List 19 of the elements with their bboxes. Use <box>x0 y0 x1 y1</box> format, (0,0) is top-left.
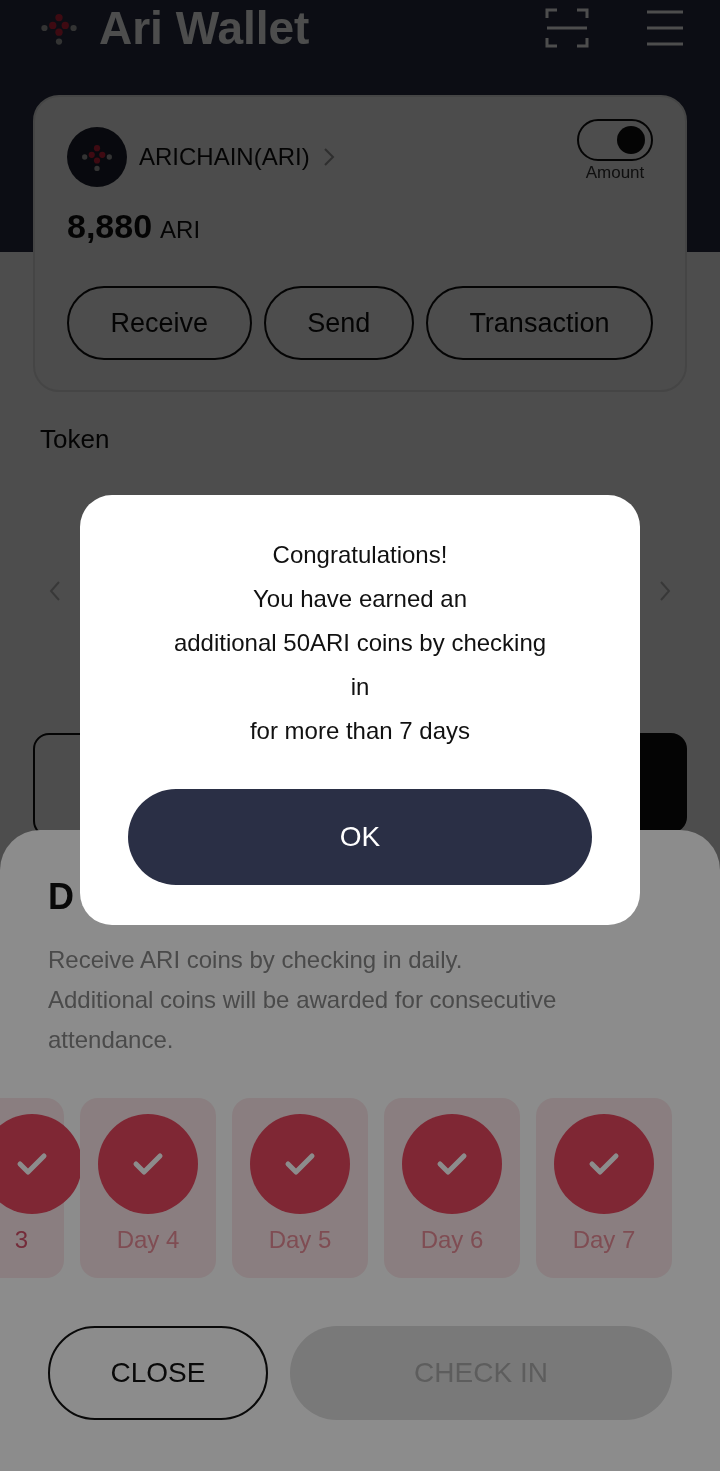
day-label: 3 <box>14 1226 28 1254</box>
section-title: Token <box>40 424 111 455</box>
action-button[interactable]: Transaction <box>425 286 653 360</box>
ok-button[interactable]: OK <box>128 789 592 885</box>
balance-unit: ARI <box>160 216 201 244</box>
sheet-description: Receive ARI coins by checking in daily. Additional coins will be awarded for consecutive attendance. <box>48 945 558 1055</box>
app-title: Ari Wallet <box>99 1 311 55</box>
amount-toggle[interactable] <box>577 119 653 161</box>
chevron-right-icon[interactable] <box>321 146 336 168</box>
toggle-label: Amount <box>585 163 645 183</box>
action-button[interactable]: Receive <box>67 286 252 360</box>
sheet-title: D <box>48 876 75 918</box>
close-button[interactable]: CLOSE <box>48 1326 268 1420</box>
chain-name[interactable]: ARICHAIN(ARI) <box>139 143 310 171</box>
action-button[interactable]: Send <box>263 286 414 360</box>
balance-amount: 8,880 <box>67 207 153 246</box>
chain-logo-icon <box>67 127 127 187</box>
scan-icon[interactable] <box>545 6 589 50</box>
dialog-message: Congratulations! You have earned an additional 50ARI coins by checking in for more than 7 days <box>173 540 547 746</box>
